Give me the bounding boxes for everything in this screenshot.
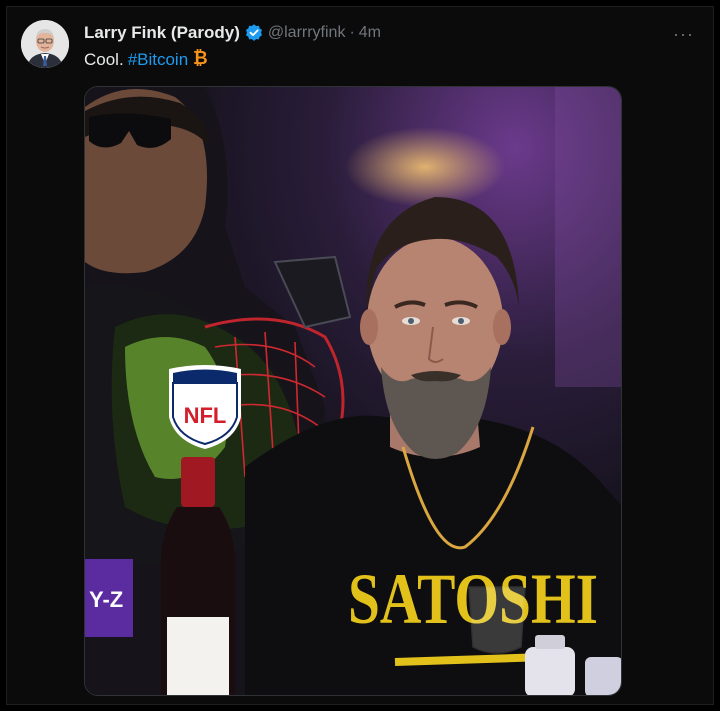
separator-dot: · [349,24,355,41]
svg-text:₿: ₿ [193,48,208,67]
verified-badge-icon [244,23,264,43]
display-name[interactable]: Larry Fink (Parody) [84,23,240,43]
tweet-text: Cool. #Bitcoin ₿ [84,47,208,73]
tweet-body: Cool. [84,50,124,69]
tweet-media-image[interactable]: NFL Y-Z SATOSHI [84,86,622,696]
handle[interactable]: @larrryfink [268,24,346,42]
hashtag-link[interactable]: #Bitcoin [128,50,188,70]
more-options-icon[interactable]: ··· [673,24,694,45]
avatar[interactable] [21,20,69,68]
bitcoin-icon: ₿ [192,47,208,73]
nfl-text: NFL [184,403,227,428]
sign-text: Y-Z [89,587,123,612]
tweet-header: Larry Fink (Parody) @larrryfink · 4m [84,22,381,44]
timestamp[interactable]: 4m [359,24,381,42]
